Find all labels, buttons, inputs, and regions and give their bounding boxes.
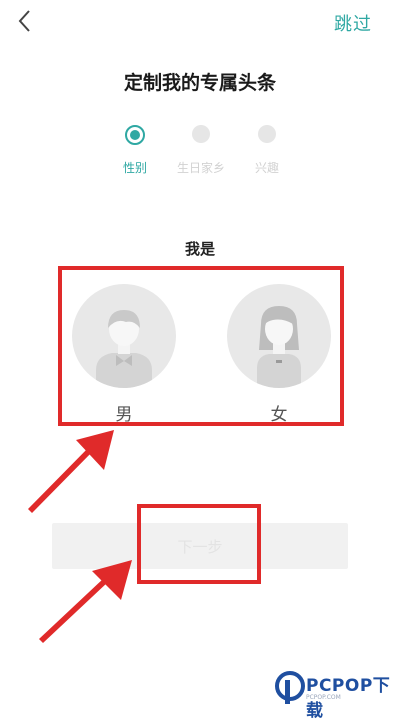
arrow-icon-lower bbox=[39, 560, 132, 643]
annotation-box-gender bbox=[58, 266, 344, 426]
step-indicator-gender bbox=[125, 125, 145, 145]
back-button[interactable] bbox=[10, 6, 40, 36]
arrow-icon-upper bbox=[28, 430, 114, 513]
skip-button[interactable]: 跳过 bbox=[334, 10, 372, 36]
step-indicator-interests bbox=[258, 125, 276, 143]
chevron-left-icon bbox=[18, 10, 30, 32]
step-indicator-birthday bbox=[192, 125, 210, 143]
watermark-sub: PCPOP.COM bbox=[306, 694, 341, 701]
page-title: 定制我的专属头条 bbox=[123, 72, 276, 94]
step-label-interests: 兴趣 bbox=[254, 161, 279, 175]
question-label: 我是 bbox=[184, 240, 215, 258]
annotation-box-next bbox=[137, 504, 261, 584]
